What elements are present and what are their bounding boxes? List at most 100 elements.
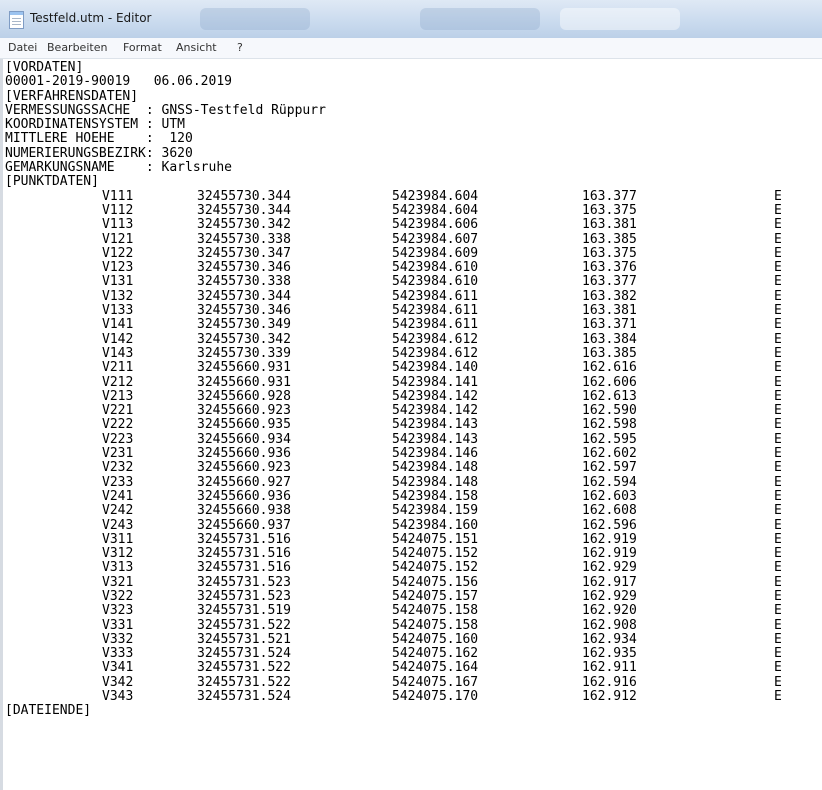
point-height: 162.920 bbox=[582, 603, 637, 619]
point-id: V232 bbox=[102, 460, 134, 476]
point-row: V332 32455731.521 5424075.160 162.934 E bbox=[5, 631, 820, 647]
point-row: V131 32455730.338 5423984.610 163.377 E bbox=[5, 274, 820, 290]
point-code: E bbox=[774, 674, 782, 690]
point-height: 163.375 bbox=[582, 245, 637, 261]
point-id: V341 bbox=[102, 660, 134, 676]
point-northing: 5423984.158 bbox=[392, 488, 479, 504]
blurred-background bbox=[420, 8, 540, 30]
point-id: V142 bbox=[102, 331, 134, 347]
point-list: V111 32455730.344 5423984.604 163.377 E V112 3… bbox=[5, 188, 820, 705]
point-northing: 5423984.604 bbox=[392, 188, 479, 204]
point-id: V331 bbox=[102, 617, 134, 633]
point-height: 162.590 bbox=[582, 403, 637, 419]
point-easting: 32455660.931 bbox=[197, 374, 291, 390]
point-id: V222 bbox=[102, 417, 134, 433]
menu-bearbeiten[interactable]: Bearbeiten bbox=[47, 41, 107, 54]
point-northing: 5424075.152 bbox=[392, 546, 479, 562]
point-height: 163.381 bbox=[582, 217, 637, 233]
point-code: E bbox=[774, 603, 782, 619]
editor-border bbox=[0, 59, 3, 790]
point-id: V343 bbox=[102, 689, 134, 705]
menu-ansicht[interactable]: Ansicht bbox=[176, 41, 217, 54]
point-northing: 5424075.152 bbox=[392, 560, 479, 576]
point-easting: 32455660.923 bbox=[197, 460, 291, 476]
point-row: V122 32455730.347 5423984.609 163.375 E bbox=[5, 245, 820, 261]
point-height: 162.929 bbox=[582, 560, 637, 576]
point-height: 163.385 bbox=[582, 345, 637, 361]
point-height: 162.595 bbox=[582, 431, 637, 447]
editor-text[interactable]: [VORDATEN] 00001-2019-90019 06.06.2019 [… bbox=[5, 60, 820, 719]
point-code: E bbox=[774, 217, 782, 233]
point-northing: 5424075.158 bbox=[392, 617, 479, 633]
menu-format[interactable]: Format bbox=[123, 41, 162, 54]
point-code: E bbox=[774, 417, 782, 433]
point-height: 162.616 bbox=[582, 360, 637, 376]
point-easting: 32455731.516 bbox=[197, 531, 291, 547]
point-row: V242 32455660.938 5423984.159 162.608 E bbox=[5, 503, 820, 519]
point-easting: 32455660.935 bbox=[197, 417, 291, 433]
point-id: V141 bbox=[102, 317, 134, 333]
point-height: 162.597 bbox=[582, 460, 637, 476]
point-height: 162.596 bbox=[582, 517, 637, 533]
point-height: 162.919 bbox=[582, 531, 637, 547]
point-row: V112 32455730.344 5423984.604 163.375 E bbox=[5, 202, 820, 218]
point-easting: 32455731.516 bbox=[197, 546, 291, 562]
point-code: E bbox=[774, 517, 782, 533]
point-row: V321 32455731.523 5424075.156 162.917 E bbox=[5, 574, 820, 590]
field-vermessungssache: VERMESSUNGSSACHE : GNSS-Testfeld Rüppurr bbox=[5, 102, 326, 118]
point-height: 162.917 bbox=[582, 574, 637, 590]
point-northing: 5423984.142 bbox=[392, 388, 479, 404]
point-height: 163.384 bbox=[582, 331, 637, 347]
point-easting: 32455660.936 bbox=[197, 446, 291, 462]
point-row: V121 32455730.338 5423984.607 163.385 E bbox=[5, 231, 820, 247]
point-height: 162.606 bbox=[582, 374, 637, 390]
point-id: V112 bbox=[102, 202, 134, 218]
point-northing: 5424075.157 bbox=[392, 588, 479, 604]
point-easting: 32455660.923 bbox=[197, 403, 291, 419]
point-easting: 32455731.524 bbox=[197, 646, 291, 662]
point-id: V323 bbox=[102, 603, 134, 619]
point-row: V132 32455730.344 5423984.611 163.382 E bbox=[5, 288, 820, 304]
point-northing: 5424075.162 bbox=[392, 646, 479, 662]
point-northing: 5423984.611 bbox=[392, 288, 479, 304]
point-northing: 5424075.156 bbox=[392, 574, 479, 590]
section-vordaten: [VORDATEN] bbox=[5, 60, 84, 75]
point-id: V312 bbox=[102, 546, 134, 562]
point-height: 162.911 bbox=[582, 660, 637, 676]
point-row: V241 32455660.936 5423984.158 162.603 E bbox=[5, 488, 820, 504]
text-editor-area[interactable]: [VORDATEN] 00001-2019-90019 06.06.2019 [… bbox=[0, 59, 822, 790]
point-height: 163.377 bbox=[582, 188, 637, 204]
point-easting: 32455730.344 bbox=[197, 288, 291, 304]
point-northing: 5423984.159 bbox=[392, 503, 479, 519]
point-code: E bbox=[774, 317, 782, 333]
point-northing: 5423984.606 bbox=[392, 217, 479, 233]
point-code: E bbox=[774, 689, 782, 705]
point-code: E bbox=[774, 660, 782, 676]
point-id: V113 bbox=[102, 217, 134, 233]
point-height: 162.916 bbox=[582, 674, 637, 690]
point-id: V233 bbox=[102, 474, 134, 490]
point-height: 163.381 bbox=[582, 303, 637, 319]
point-northing: 5423984.148 bbox=[392, 474, 479, 490]
point-northing: 5424075.164 bbox=[392, 660, 479, 676]
point-easting: 32455731.516 bbox=[197, 560, 291, 576]
point-easting: 32455660.937 bbox=[197, 517, 291, 533]
menu-help[interactable]: ? bbox=[237, 41, 243, 54]
point-code: E bbox=[774, 231, 782, 247]
point-height: 163.385 bbox=[582, 231, 637, 247]
point-code: E bbox=[774, 403, 782, 419]
point-id: V241 bbox=[102, 488, 134, 504]
point-code: E bbox=[774, 474, 782, 490]
point-easting: 32455731.522 bbox=[197, 617, 291, 633]
point-code: E bbox=[774, 245, 782, 261]
point-code: E bbox=[774, 260, 782, 276]
blurred-background bbox=[560, 8, 680, 30]
point-id: V133 bbox=[102, 303, 134, 319]
point-id: V332 bbox=[102, 631, 134, 647]
point-row: V341 32455731.522 5424075.164 162.911 E bbox=[5, 660, 820, 676]
menu-datei[interactable]: Datei bbox=[8, 41, 37, 54]
point-code: E bbox=[774, 274, 782, 290]
section-verfahrensdaten: [VERFAHRENSDATEN] bbox=[5, 88, 139, 104]
point-northing: 5424075.160 bbox=[392, 631, 479, 647]
point-id: V311 bbox=[102, 531, 134, 547]
